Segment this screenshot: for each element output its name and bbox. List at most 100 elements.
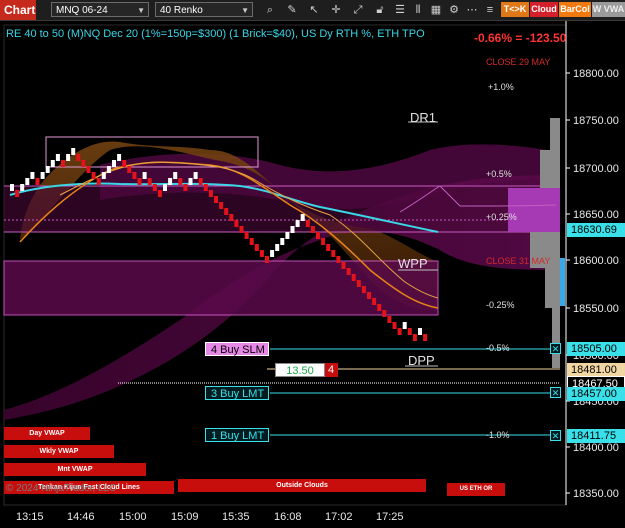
up-brick — [188, 178, 193, 185]
price-marker-slm: 18505.00 — [567, 342, 625, 356]
down-brick — [147, 178, 152, 185]
down-brick — [15, 190, 20, 197]
down-brick — [157, 190, 162, 197]
day-vwap-bar[interactable]: Day VWAP — [4, 427, 90, 440]
up-brick — [25, 178, 30, 185]
down-brick — [214, 196, 218, 203]
bars-icon[interactable]: ⫴ — [411, 3, 425, 17]
properties-icon[interactable]: ⚙ — [447, 3, 461, 17]
down-brick — [351, 274, 356, 281]
down-brick — [81, 160, 86, 167]
up-brick — [117, 154, 122, 161]
down-brick — [361, 286, 366, 293]
daily-change: -0.66% = -123.50 — [474, 31, 567, 45]
close-31-label: CLOSE 31 MAY — [486, 256, 551, 266]
chart-toolbar: Chart MNQ 06-24 ▼ 40 Renko ▼ ⌕ ✎ ↖ ✛ ⤢ 🔓… — [0, 0, 625, 21]
up-brick — [30, 172, 35, 179]
time-tick-label: 17:25 — [376, 511, 404, 523]
down-brick — [208, 190, 213, 197]
crosshair-icon[interactable]: ✛ — [329, 3, 343, 17]
down-brick — [127, 166, 132, 173]
pct-label-minus025: -0.25% — [486, 300, 515, 310]
down-brick — [219, 202, 224, 209]
time-tick-label: 15:00 — [119, 511, 147, 523]
down-brick — [265, 256, 269, 263]
down-brick — [367, 292, 371, 299]
position-qty: 4 — [325, 363, 338, 377]
up-brick — [168, 178, 173, 185]
tk-toggle-button[interactable]: T<>K — [501, 2, 529, 17]
time-tick-label: 15:09 — [171, 511, 199, 523]
down-brick — [356, 280, 361, 287]
pct-label-minus05: -0.5% — [486, 343, 510, 353]
pencil-icon[interactable]: ✎ — [285, 3, 299, 17]
down-brick — [412, 334, 417, 341]
position-pnl: 13.50 — [275, 363, 325, 377]
weekly-vwap-bar[interactable]: Wkly VWAP — [4, 445, 114, 458]
outside-clouds-bar[interactable]: Outside Clouds — [178, 479, 426, 492]
down-brick — [203, 184, 208, 191]
menu-icon[interactable]: ≡ — [483, 3, 497, 17]
value-area-box — [3, 260, 439, 316]
down-brick — [249, 238, 254, 245]
down-brick — [346, 268, 351, 275]
down-brick — [377, 304, 382, 311]
down-brick — [96, 178, 101, 185]
price-marker-lmt3: 18457.00 — [567, 387, 625, 401]
chevron-down-icon: ▼ — [241, 6, 249, 15]
order-buy-slm-badge[interactable]: 4 Buy SLM — [205, 342, 269, 356]
bar-type-selector[interactable]: 40 Renko ▼ — [155, 2, 253, 17]
monthly-vwap-bar[interactable]: Mnt VWAP — [4, 463, 146, 476]
close-icon[interactable]: ✕ — [550, 387, 561, 398]
cloud-toggle-button[interactable]: Cloud — [530, 2, 558, 17]
more-icon[interactable]: ⋯ — [465, 3, 479, 17]
copyright-text: © 2024 NinjaTrader, LLC — [6, 483, 117, 494]
expand-icon[interactable]: ⤢ — [351, 3, 365, 17]
price-tick-label: 18400.00 — [573, 442, 619, 454]
up-brick — [402, 322, 407, 329]
up-brick — [275, 244, 280, 251]
time-axis-ticks: 13:15 14:46 15:00 15:09 15:35 16:08 17:02 17:25 — [16, 511, 404, 523]
close-icon[interactable]: ✕ — [550, 430, 561, 441]
down-brick — [397, 328, 402, 335]
down-brick — [382, 310, 387, 317]
wpp-label: WPP — [398, 256, 428, 271]
order-buy-lmt3-badge[interactable]: 3 Buy LMT — [205, 386, 269, 400]
list-icon[interactable]: ☰ — [393, 3, 407, 17]
up-brick — [50, 160, 55, 167]
order-buy-lmt1-badge[interactable]: 1 Buy LMT — [205, 428, 269, 442]
down-brick — [61, 160, 65, 167]
price-marker-lmt1: 18411.75 — [567, 429, 625, 443]
down-brick — [239, 226, 244, 233]
up-brick — [285, 232, 290, 239]
down-brick — [86, 166, 91, 173]
cursor-icon[interactable]: ↖ — [307, 3, 321, 17]
unlock-icon[interactable]: 🔓︎ — [373, 3, 387, 17]
down-brick — [234, 220, 239, 227]
vwap-toggle-button[interactable]: W VWA — [592, 2, 625, 17]
overnight-range-box — [4, 186, 560, 232]
up-brick — [142, 172, 147, 179]
chart-tab[interactable]: Chart — [0, 0, 36, 20]
data-box-icon[interactable]: ▦ — [429, 3, 443, 17]
down-brick — [137, 178, 142, 185]
instrument-label: MNQ 06-24 — [56, 5, 108, 16]
up-brick — [106, 166, 111, 173]
barcol-toggle-button[interactable]: BarCol — [559, 2, 591, 17]
up-brick — [270, 250, 275, 257]
magnifier-icon[interactable]: ⌕ — [263, 3, 277, 17]
down-brick — [259, 250, 264, 257]
us-eth-or-bar[interactable]: US ETH OR — [447, 483, 505, 496]
pct-label-plus05: +0.5% — [486, 169, 512, 179]
time-tick-label: 17:02 — [325, 511, 353, 523]
time-tick-label: 15:35 — [222, 511, 250, 523]
up-brick — [101, 172, 106, 179]
price-tick-label: 18350.00 — [573, 488, 619, 500]
down-brick — [372, 298, 377, 305]
instrument-selector[interactable]: MNQ 06-24 ▼ — [51, 2, 149, 17]
close-icon[interactable]: ✕ — [550, 343, 561, 354]
down-brick — [152, 184, 157, 191]
up-brick — [280, 238, 285, 245]
down-brick — [336, 256, 341, 263]
down-brick — [224, 208, 229, 215]
